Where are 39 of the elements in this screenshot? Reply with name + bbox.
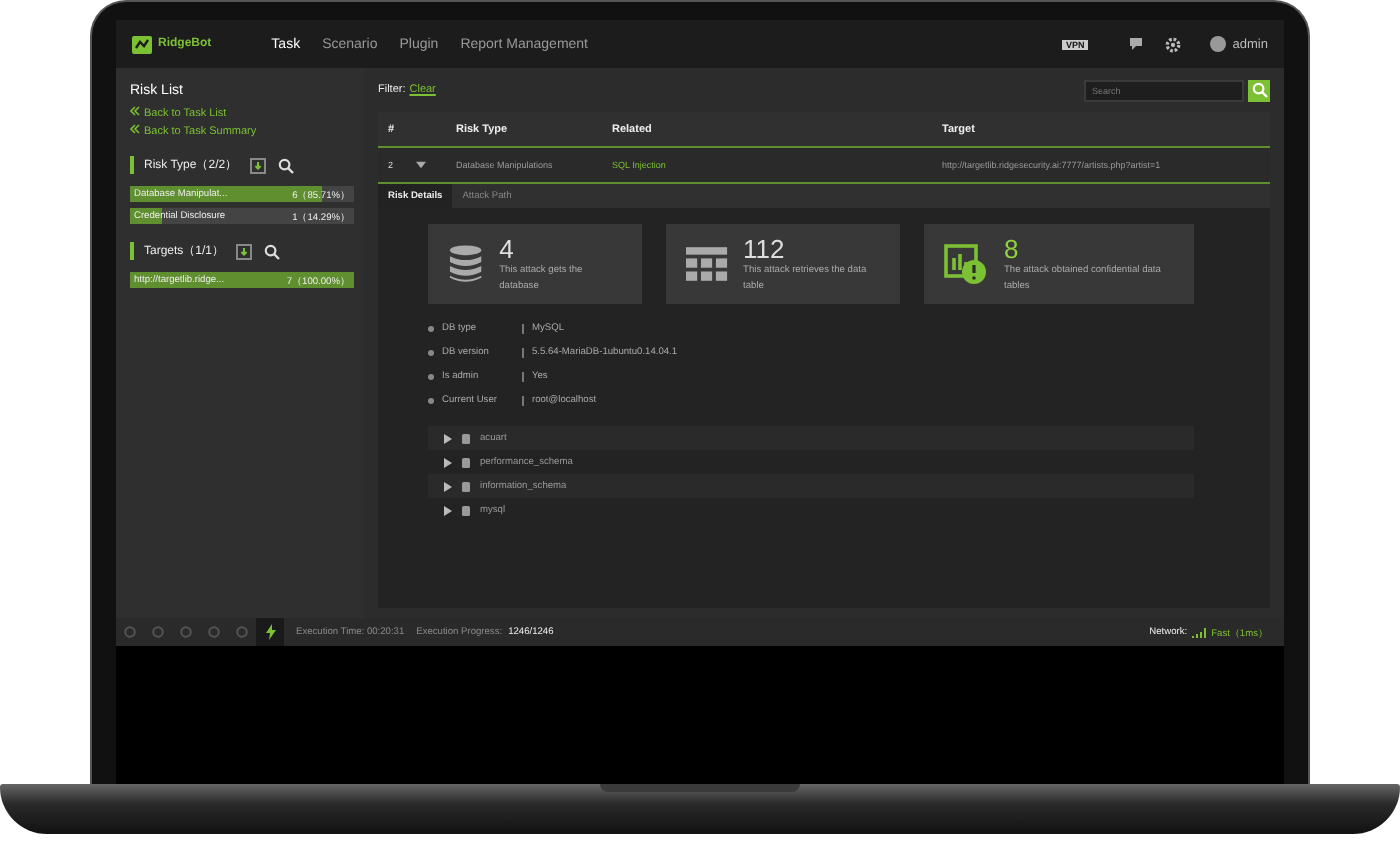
stat-value: 4 bbox=[499, 233, 516, 263]
stat-value: 112 bbox=[743, 233, 787, 263]
bullet-icon bbox=[428, 349, 434, 355]
logo-icon bbox=[132, 35, 152, 53]
bullet-icon bbox=[428, 325, 434, 331]
search-icon[interactable] bbox=[277, 157, 294, 173]
tool-icon bbox=[152, 626, 164, 638]
expand-arrow-icon bbox=[444, 505, 452, 515]
double-chevron-icon bbox=[130, 106, 140, 116]
table-icon bbox=[686, 246, 728, 282]
expand-arrow-icon bbox=[444, 433, 452, 443]
search-icon[interactable] bbox=[264, 243, 281, 259]
bullet-icon bbox=[428, 397, 434, 403]
double-chevron-icon bbox=[130, 124, 140, 134]
tool-icon bbox=[124, 626, 136, 638]
download-icon[interactable] bbox=[236, 243, 253, 259]
bullet-icon bbox=[428, 373, 434, 379]
tool-icon bbox=[180, 626, 192, 638]
search-icon bbox=[1251, 82, 1267, 98]
download-icon[interactable] bbox=[249, 157, 266, 173]
tool-icon bbox=[208, 626, 220, 638]
database-icon bbox=[462, 481, 470, 491]
expand-caret-icon[interactable] bbox=[416, 160, 426, 170]
settings-icon[interactable] bbox=[1164, 35, 1183, 53]
lightning-icon bbox=[265, 624, 275, 640]
expand-arrow-icon bbox=[444, 457, 452, 467]
expand-arrow-icon bbox=[444, 481, 452, 491]
chart-alert-icon bbox=[944, 243, 988, 285]
database-icon bbox=[462, 505, 470, 515]
toolbar-button[interactable] bbox=[256, 618, 284, 646]
database-icon bbox=[462, 433, 470, 443]
chat-icon[interactable] bbox=[1128, 36, 1145, 52]
signal-icon bbox=[1191, 627, 1206, 637]
stat-value: 8 bbox=[1004, 233, 1021, 263]
database-icon bbox=[462, 457, 470, 467]
avatar-icon bbox=[1210, 36, 1227, 52]
search-button[interactable] bbox=[1248, 79, 1270, 101]
tool-icon bbox=[236, 626, 248, 638]
database-icon bbox=[448, 244, 484, 284]
